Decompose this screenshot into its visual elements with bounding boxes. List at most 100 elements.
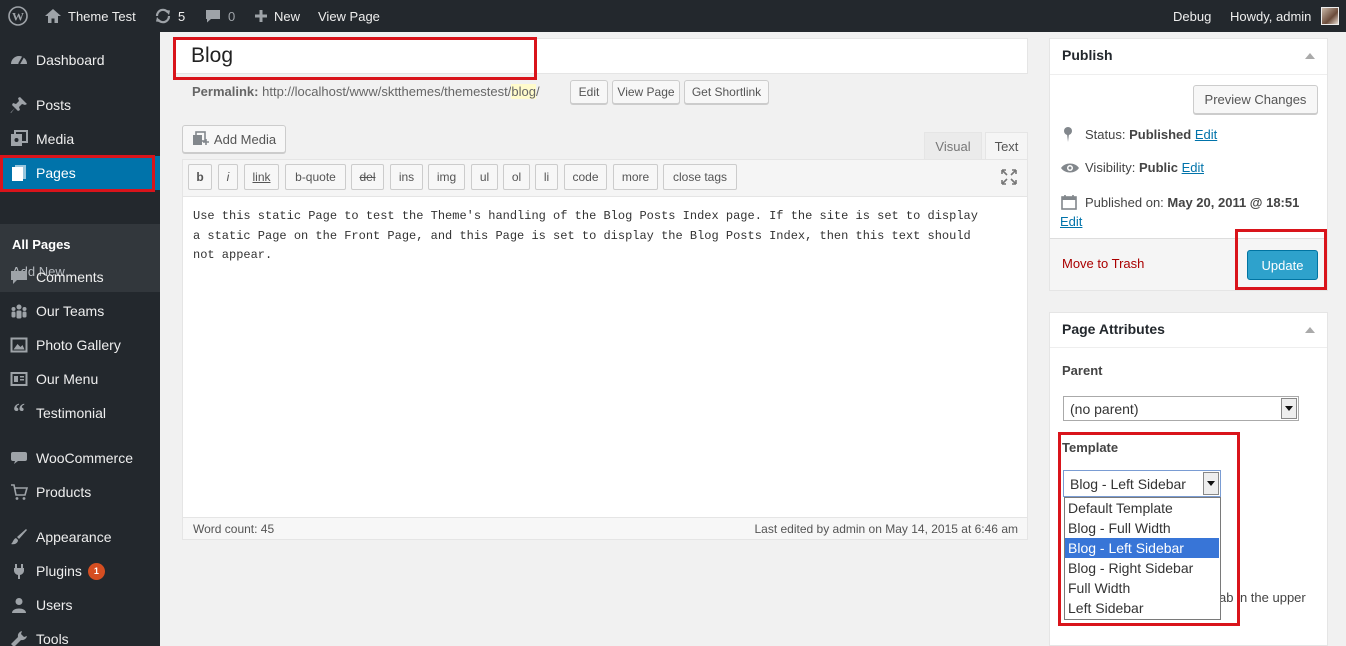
publish-divider <box>1050 74 1327 75</box>
pin-icon <box>0 96 36 114</box>
qt-bold-button[interactable]: b <box>188 164 212 190</box>
published-on-row: Published on: May 20, 2011 @ 18:51 <box>1061 194 1299 210</box>
move-to-trash-link[interactable]: Move to Trash <box>1062 256 1144 271</box>
wordpress-logo-icon[interactable]: W <box>8 0 28 32</box>
qt-del-button[interactable]: del <box>351 164 384 190</box>
template-option[interactable]: Blog - Full Width <box>1065 518 1219 538</box>
template-select[interactable]: Blog - Left Sidebar <box>1063 470 1221 497</box>
add-media-button[interactable]: Add Media <box>182 125 286 153</box>
new-content-link[interactable]: New <box>254 0 300 32</box>
quote-icon: “ <box>13 400 25 426</box>
sidebar-item-woocommerce[interactable]: WooCommerce <box>0 441 160 475</box>
status-label: Status: <box>1085 126 1126 142</box>
page-attributes-toggle-icon[interactable] <box>1305 327 1315 333</box>
content-textarea[interactable]: Use this static Page to test the Theme's… <box>193 207 983 266</box>
template-option[interactable]: Left Sidebar <box>1065 598 1219 618</box>
last-edited: Last edited by admin on May 14, 2015 at … <box>754 522 1018 536</box>
qt-bquote-button[interactable]: b-quote <box>285 164 346 190</box>
visibility-value: Public <box>1138 160 1178 175</box>
view-page-link[interactable]: View Page <box>318 0 380 32</box>
permalink-slug[interactable]: blog <box>511 84 536 99</box>
qt-ul-button[interactable]: ul <box>471 164 498 190</box>
sidebar-item-our-teams[interactable]: Our Teams <box>0 294 160 328</box>
sidebar-item-dashboard[interactable]: Dashboard <box>0 43 160 77</box>
site-name-link[interactable]: Theme Test <box>44 0 136 32</box>
qt-li-button[interactable]: li <box>535 164 558 190</box>
sidebar-item-products[interactable]: Products <box>0 475 160 509</box>
woo-icon <box>0 451 36 465</box>
submenu-all-pages[interactable]: All Pages <box>12 237 71 252</box>
site-name: Theme Test <box>68 8 136 24</box>
qt-link-button[interactable]: link <box>244 164 279 190</box>
sidebar-item-pages[interactable]: Pages <box>0 156 160 190</box>
qt-italic-button[interactable]: i <box>218 164 238 190</box>
wrench-icon <box>0 630 36 646</box>
qt-more-button[interactable]: more <box>613 164 658 190</box>
qt-ins-button[interactable]: ins <box>390 164 423 190</box>
tab-text[interactable]: Text <box>985 132 1028 160</box>
get-shortlink-button[interactable]: Get Shortlink <box>684 80 769 104</box>
sidebar-item-posts[interactable]: Posts <box>0 88 160 122</box>
comment-icon <box>0 269 36 285</box>
sidebar-item-comments[interactable]: Comments <box>0 260 160 294</box>
sidebar-item-label: Media <box>36 131 75 147</box>
parent-select[interactable]: (no parent) <box>1063 396 1299 421</box>
qt-ol-button[interactable]: ol <box>503 164 530 190</box>
parent-select-value: (no parent) <box>1070 401 1139 417</box>
preview-changes-button[interactable]: Preview Changes <box>1193 85 1318 114</box>
published-on-edit-link[interactable]: Edit <box>1060 214 1082 229</box>
sidebar-item-label: Plugins <box>36 563 82 579</box>
sidebar-item-label: Photo Gallery <box>36 337 121 353</box>
sidebar-item-label: Our Teams <box>36 303 105 319</box>
plugins-update-badge: 1 <box>87 562 105 580</box>
sidebar-item-testimonial[interactable]: “ Testimonial <box>0 396 160 430</box>
chevron-down-icon <box>1281 398 1297 419</box>
view-page-button[interactable]: View Page <box>612 80 680 104</box>
account-menu[interactable]: Howdy, admin <box>1230 0 1340 32</box>
sidebar-item-users[interactable]: Users <box>0 588 160 622</box>
template-option[interactable]: Default Template <box>1065 498 1219 518</box>
avatar <box>1321 7 1340 25</box>
sidebar-item-label: Our Menu <box>36 371 99 387</box>
sidebar-item-label: Comments <box>36 269 104 285</box>
status-row: Status: Published Edit <box>1062 126 1217 142</box>
template-option-selected[interactable]: Blog - Left Sidebar <box>1065 538 1219 558</box>
fullscreen-icon[interactable] <box>999 167 1019 187</box>
sidebar-item-media[interactable]: Media <box>0 122 160 156</box>
comments-count: 0 <box>228 8 236 24</box>
debug-label: Debug <box>1173 8 1212 24</box>
template-option[interactable]: Blog - Right Sidebar <box>1065 558 1219 578</box>
media-icon <box>0 130 36 148</box>
sidebar-item-plugins[interactable]: Plugins 1 <box>0 554 160 588</box>
publish-toggle-icon[interactable] <box>1305 53 1315 59</box>
sidebar-item-our-menu[interactable]: Our Menu <box>0 362 160 396</box>
comments-link[interactable]: 0 <box>204 0 235 32</box>
chevron-down-icon <box>1203 472 1219 495</box>
qt-img-button[interactable]: img <box>428 164 465 190</box>
qt-close-tags-button[interactable]: close tags <box>663 164 737 190</box>
new-label: New <box>274 8 301 24</box>
refresh-icon <box>154 7 172 25</box>
status-value: Published <box>1129 126 1192 142</box>
plus-icon <box>254 9 268 23</box>
published-on-value: May 20, 2011 @ 18:51 <box>1167 194 1300 210</box>
permalink-edit-button[interactable]: Edit <box>570 80 608 104</box>
tab-text-label: Text <box>994 139 1019 154</box>
template-option[interactable]: Full Width <box>1065 578 1219 598</box>
title-field-wrap: Blog <box>173 38 1028 74</box>
qt-code-button[interactable]: code <box>564 164 607 190</box>
debug-link[interactable]: Debug <box>1173 0 1211 32</box>
update-button[interactable]: Update <box>1247 250 1318 280</box>
sidebar-item-tools[interactable]: Tools <box>0 622 160 646</box>
sidebar-item-photo-gallery[interactable]: Photo Gallery <box>0 328 160 362</box>
template-label: Template <box>1062 440 1119 455</box>
post-title-input[interactable]: Blog <box>191 44 233 68</box>
published-on-label: Published on: <box>1085 194 1164 210</box>
visibility-edit-link[interactable]: Edit <box>1182 160 1204 175</box>
brush-icon <box>0 528 36 546</box>
tab-visual[interactable]: Visual <box>924 132 982 159</box>
updates-link[interactable]: 5 <box>154 0 185 32</box>
editor-status-bar: Word count: 45 Last edited by admin on M… <box>183 517 1027 539</box>
status-edit-link[interactable]: Edit <box>1195 127 1217 142</box>
sidebar-item-appearance[interactable]: Appearance <box>0 520 160 554</box>
